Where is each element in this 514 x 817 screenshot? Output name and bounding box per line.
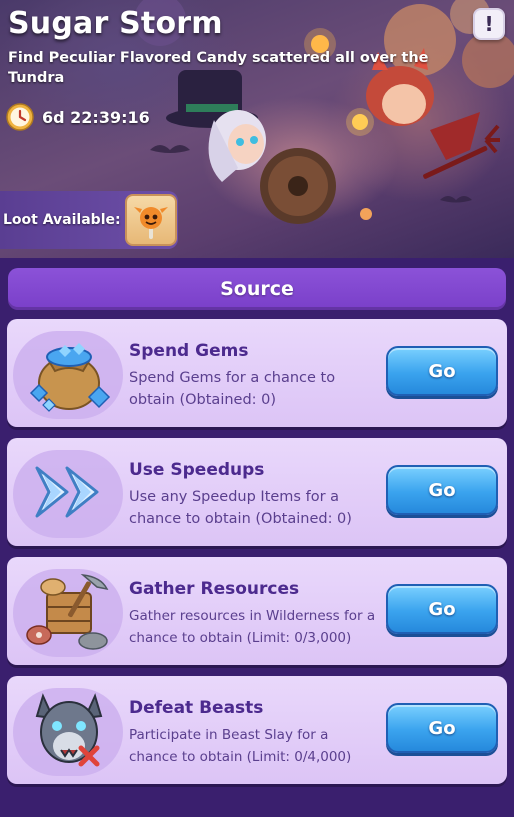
card-title: Spend Gems <box>129 341 249 361</box>
event-timer: 6d 22:39:16 <box>6 102 150 132</box>
info-icon: ! <box>484 12 494 36</box>
card-description: Use any Speedup Items for a chance to ob… <box>129 489 352 527</box>
card-title: Defeat Beasts <box>129 698 264 718</box>
use-speedups-go-button[interactable]: Go <box>386 465 498 515</box>
source-card-gather-resources: Gather Resources Gather resources in Wil… <box>7 557 507 665</box>
source-card-use-speedups: Use Speedups Use any Speedup Items for a… <box>7 438 507 546</box>
beast-icon <box>35 693 103 767</box>
loot-item-slot[interactable] <box>124 194 177 246</box>
gem-sack-icon <box>29 343 111 412</box>
loot-label: Loot Available: <box>3 212 121 228</box>
card-title: Use Speedups <box>129 460 265 480</box>
event-title: Sugar Storm <box>8 6 223 41</box>
event-subtitle: Find Peculiar Flavored Candy scattered a… <box>8 50 429 86</box>
card-description: Gather resources in Wilderness for a cha… <box>129 608 376 646</box>
source-card-spend-gems: Spend Gems Spend Gems for a chance to ob… <box>7 319 507 427</box>
event-banner: Sugar Storm Find Peculiar Flavored Candy… <box>0 0 514 258</box>
clock-icon <box>6 103 34 131</box>
card-description: Participate in Beast Slay for a chance t… <box>129 727 352 765</box>
timer-countdown: 6d 22:39:16 <box>42 107 150 127</box>
info-button[interactable]: ! <box>473 8 505 40</box>
card-description: Spend Gems for a chance to obtain (Obtai… <box>129 370 336 408</box>
loot-available-panel: Loot Available: <box>0 191 178 249</box>
spend-gems-go-button[interactable]: Go <box>386 346 498 396</box>
defeat-beasts-go-button[interactable]: Go <box>386 703 498 753</box>
source-header: Source <box>8 268 506 310</box>
source-card-defeat-beasts: Defeat Beasts Participate in Beast Slay … <box>7 676 507 784</box>
candy-icon <box>133 207 168 239</box>
resources-icon <box>26 573 109 650</box>
speedup-arrows-icon <box>35 466 99 518</box>
card-title: Gather Resources <box>129 579 300 599</box>
gather-resources-go-button[interactable]: Go <box>386 584 498 634</box>
